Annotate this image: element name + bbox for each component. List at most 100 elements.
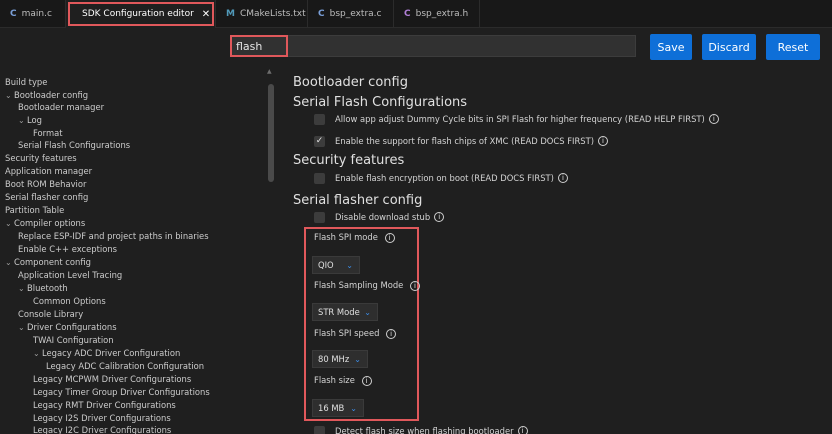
tree-item-bluetooth[interactable]: ⌄ Bluetooth <box>18 282 68 294</box>
tree-item-legacy-i2s[interactable]: Legacy I2S Driver Configurations <box>33 412 171 424</box>
tree-item-component-config[interactable]: ⌄ Component config <box>5 256 91 268</box>
flash-spi-speed-select[interactable]: 80 MHz ⌄ <box>312 350 368 368</box>
info-icon[interactable]: i <box>557 173 568 183</box>
option-xmc-support: ✓ Enable the support for flash chips of … <box>314 134 609 148</box>
flash-spi-mode-select[interactable]: QIO ⌄ <box>312 256 360 274</box>
info-icon[interactable]: i <box>409 281 420 291</box>
tree-label: Serial Flash Configurations <box>18 140 131 150</box>
config-panel: Bootloader config Serial Flash Configura… <box>280 64 832 434</box>
scroll-up-icon[interactable]: ▲ <box>267 68 272 75</box>
tab-sdk-config-editor[interactable]: SDK Configuration editor ✕ <box>66 0 216 28</box>
tree-item-application-manager[interactable]: Application manager <box>5 165 92 177</box>
tree-item-legacy-timer-group[interactable]: Legacy Timer Group Driver Configurations <box>33 386 210 398</box>
flash-size-select[interactable]: 16 MB ⌄ <box>312 399 364 417</box>
tree-label: Application manager <box>5 166 93 176</box>
info-icon[interactable]: i <box>384 233 395 243</box>
tree-item-log[interactable]: ⌄ Log <box>18 114 42 126</box>
info-icon[interactable]: i <box>361 376 372 386</box>
tree-item-twai-configuration[interactable]: TWAI Configuration <box>33 334 114 346</box>
tree-label: Legacy ADC Calibration Configuration <box>46 361 205 371</box>
tree-label: Legacy ADC Driver Configuration <box>42 348 181 358</box>
config-tree: Build type ⌄ Bootloader config Bootloader… <box>0 64 268 434</box>
tree-item-legacy-rmt[interactable]: Legacy RMT Driver Configurations <box>33 399 176 411</box>
detect-flash-size-checkbox[interactable] <box>314 425 325 434</box>
field-label: Flash Sampling Mode <box>314 280 404 290</box>
flash-sampling-mode-label: Flash Sampling Mode i <box>314 280 420 291</box>
flash-size-label: Flash size i <box>314 375 372 386</box>
c-file-icon: C <box>10 9 17 19</box>
tree-label: Application Level Tracing <box>18 270 123 280</box>
option-flash-encryption: Enable flash encryption on boot (READ DO… <box>314 171 568 185</box>
option-dummy-cycle: Allow app adjust Dummy Cycle bits in SPI… <box>314 112 719 126</box>
select-value: QIO <box>318 260 334 270</box>
tree-item-legacy-adc-driver[interactable]: ⌄ Legacy ADC Driver Configuration <box>33 347 180 359</box>
tree-item-driver-configurations[interactable]: ⌄ Driver Configurations <box>18 321 117 333</box>
tab-cmakelists[interactable]: M CMakeLists.txt <box>216 0 308 28</box>
select-value: STR Mode <box>318 307 360 317</box>
tab-main-c[interactable]: C main.c <box>0 0 66 28</box>
tree-label: Partition Table <box>5 205 65 215</box>
tree-label: Enable C++ exceptions <box>18 244 118 254</box>
tab-bar: C main.c SDK Configuration editor ✕ M CM… <box>0 0 832 28</box>
search-input[interactable] <box>231 35 636 57</box>
tree-item-legacy-adc-calibration[interactable]: Legacy ADC Calibration Configuration <box>46 360 204 372</box>
tree-item-bootloader-config[interactable]: ⌄ Bootloader config <box>5 89 88 101</box>
dummy-cycle-checkbox[interactable] <box>314 113 325 125</box>
xmc-support-checkbox[interactable]: ✓ <box>314 135 325 147</box>
flash-encryption-checkbox[interactable] <box>314 172 325 184</box>
tree-item-format[interactable]: Format <box>33 127 63 139</box>
option-label: Detect flash size when flashing bootload… <box>335 426 514 434</box>
tree-item-serial-flasher-config[interactable]: Serial flasher config <box>5 191 88 203</box>
field-label: Flash size <box>314 375 355 385</box>
tree-item-security-features[interactable]: Security features <box>5 152 77 164</box>
flash-spi-mode-label: Flash SPI mode i <box>314 232 395 243</box>
tree-item-serial-flash-configurations[interactable]: Serial Flash Configurations <box>18 139 130 151</box>
info-icon[interactable]: i <box>598 136 609 146</box>
tree-item-legacy-i2c[interactable]: Legacy I2C Driver Configurations <box>33 424 171 434</box>
tree-item-build-type[interactable]: Build type <box>5 76 47 88</box>
scrollbar[interactable] <box>268 84 274 182</box>
tree-item-app-level-tracing[interactable]: Application Level Tracing <box>18 269 122 281</box>
field-label: Flash SPI mode <box>314 232 378 242</box>
tree-label: Bootloader manager <box>18 102 105 112</box>
option-label: Disable download stub <box>335 212 431 222</box>
option-label: Enable flash encryption on boot (READ DO… <box>335 173 554 183</box>
discard-button[interactable]: Discard <box>702 34 756 60</box>
close-icon[interactable]: ✕ <box>202 9 210 20</box>
tree-label: Log <box>27 115 42 125</box>
tree-item-legacy-mcpwm[interactable]: Legacy MCPWM Driver Configurations <box>33 373 191 385</box>
tree-item-replace-paths[interactable]: Replace ESP-IDF and project paths in bin… <box>18 230 209 242</box>
tree-item-common-options[interactable]: Common Options <box>33 295 106 307</box>
tree-item-partition-table[interactable]: Partition Table <box>5 204 64 216</box>
reset-button[interactable]: Reset <box>766 34 820 60</box>
tree-item-compiler-options[interactable]: ⌄ Compiler options <box>5 217 85 229</box>
tree-label: Security features <box>5 153 77 163</box>
cmake-file-icon: M <box>226 9 235 19</box>
tree-label: Common Options <box>33 296 106 306</box>
chevron-down-icon: ⌄ <box>18 323 25 332</box>
tree-item-cpp-exceptions[interactable]: Enable C++ exceptions <box>18 243 117 255</box>
info-icon[interactable]: i <box>517 426 528 434</box>
tab-bsp-extra-h[interactable]: C bsp_extra.h <box>394 0 480 28</box>
chevron-down-icon: ⌄ <box>5 91 12 100</box>
tab-label: main.c <box>21 9 52 19</box>
save-button[interactable]: Save <box>650 34 692 60</box>
serial-flasher-config-heading: Serial flasher config <box>293 193 423 208</box>
info-icon[interactable]: i <box>434 212 445 222</box>
flash-sampling-mode-select[interactable]: STR Mode ⌄ <box>312 303 378 321</box>
tab-bsp-extra-c[interactable]: C bsp_extra.c <box>308 0 394 28</box>
tree-item-bootloader-manager[interactable]: Bootloader manager <box>18 101 104 113</box>
tree-item-boot-rom-behavior[interactable]: Boot ROM Behavior <box>5 178 86 190</box>
tree-item-console-library[interactable]: Console Library <box>18 308 83 320</box>
select-value: 80 MHz <box>318 354 350 364</box>
tree-label: Replace ESP-IDF and project paths in bin… <box>18 231 209 241</box>
info-icon[interactable]: i <box>708 114 719 124</box>
chevron-down-icon: ⌄ <box>350 403 357 413</box>
tab-label: bsp_extra.c <box>329 9 382 19</box>
chevron-down-icon: ⌄ <box>364 307 371 317</box>
tab-label: bsp_extra.h <box>415 9 469 19</box>
info-icon[interactable]: i <box>386 329 397 339</box>
tree-label: Legacy I2S Driver Configurations <box>33 413 171 423</box>
disable-stub-checkbox[interactable] <box>314 211 325 223</box>
tree-label: Component config <box>14 257 91 267</box>
